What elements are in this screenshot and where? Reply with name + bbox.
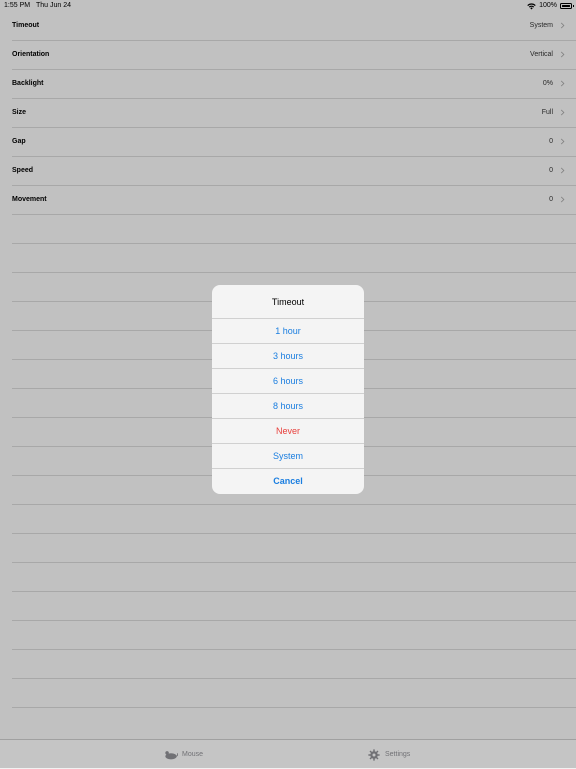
alert-option-never[interactable]: Never	[212, 419, 364, 444]
alert-title: Timeout	[212, 285, 364, 319]
alert-option-8-hours[interactable]: 8 hours	[212, 394, 364, 419]
timeout-alert: Timeout 1 hour 3 hours 6 hours 8 hours N…	[212, 285, 364, 494]
alert-option-1-hour[interactable]: 1 hour	[212, 319, 364, 344]
alert-option-6-hours[interactable]: 6 hours	[212, 369, 364, 394]
alert-option-3-hours[interactable]: 3 hours	[212, 344, 364, 369]
alert-option-system[interactable]: System	[212, 444, 364, 469]
alert-cancel-button[interactable]: Cancel	[212, 469, 364, 494]
